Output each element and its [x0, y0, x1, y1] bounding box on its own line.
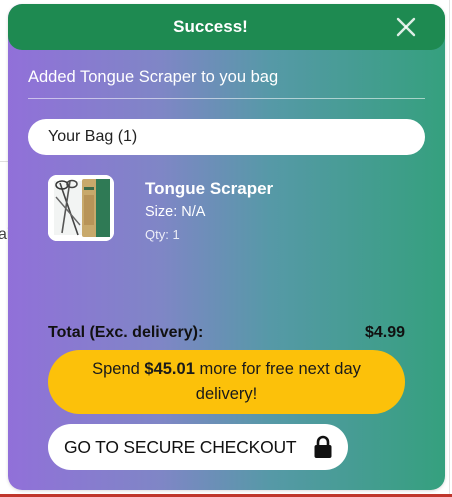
- added-to-bag-message: Added Tongue Scraper to you bag: [28, 68, 279, 86]
- lock-icon: [314, 435, 332, 458]
- secure-checkout-button[interactable]: GO TO SECURE CHECKOUT: [48, 424, 348, 470]
- product-image: [48, 175, 114, 241]
- product-qty: Qty: 1: [145, 227, 180, 242]
- close-icon: [396, 17, 416, 37]
- divider: [28, 98, 425, 99]
- checkout-label: GO TO SECURE CHECKOUT: [64, 437, 297, 457]
- product-name: Tongue Scraper: [145, 179, 274, 198]
- spend-suffix: more for free next day delivery!: [194, 360, 361, 403]
- product-size: Size: N/A: [145, 204, 206, 220]
- your-bag-button[interactable]: Your Bag (1): [28, 119, 425, 155]
- background-edge: [449, 0, 450, 497]
- free-delivery-banner: Spend $45.01 more for free next day deli…: [48, 350, 405, 414]
- your-bag-label: Your Bag (1): [48, 128, 138, 145]
- add-to-bag-modal: Success! Added Tongue Scraper to you bag…: [8, 4, 445, 490]
- modal-header: Success!: [8, 4, 445, 50]
- spend-amount: $45.01: [144, 360, 195, 378]
- free-delivery-text: Spend $45.01 more for free next day deli…: [67, 357, 387, 407]
- total-label: Total (Exc. delivery):: [48, 324, 204, 341]
- total-value: $4.99: [364, 324, 405, 341]
- modal-title: Success!: [173, 17, 248, 36]
- spend-prefix: Spend: [92, 360, 145, 378]
- tongue-scraper-image-icon: [48, 175, 114, 241]
- close-button[interactable]: [392, 13, 420, 41]
